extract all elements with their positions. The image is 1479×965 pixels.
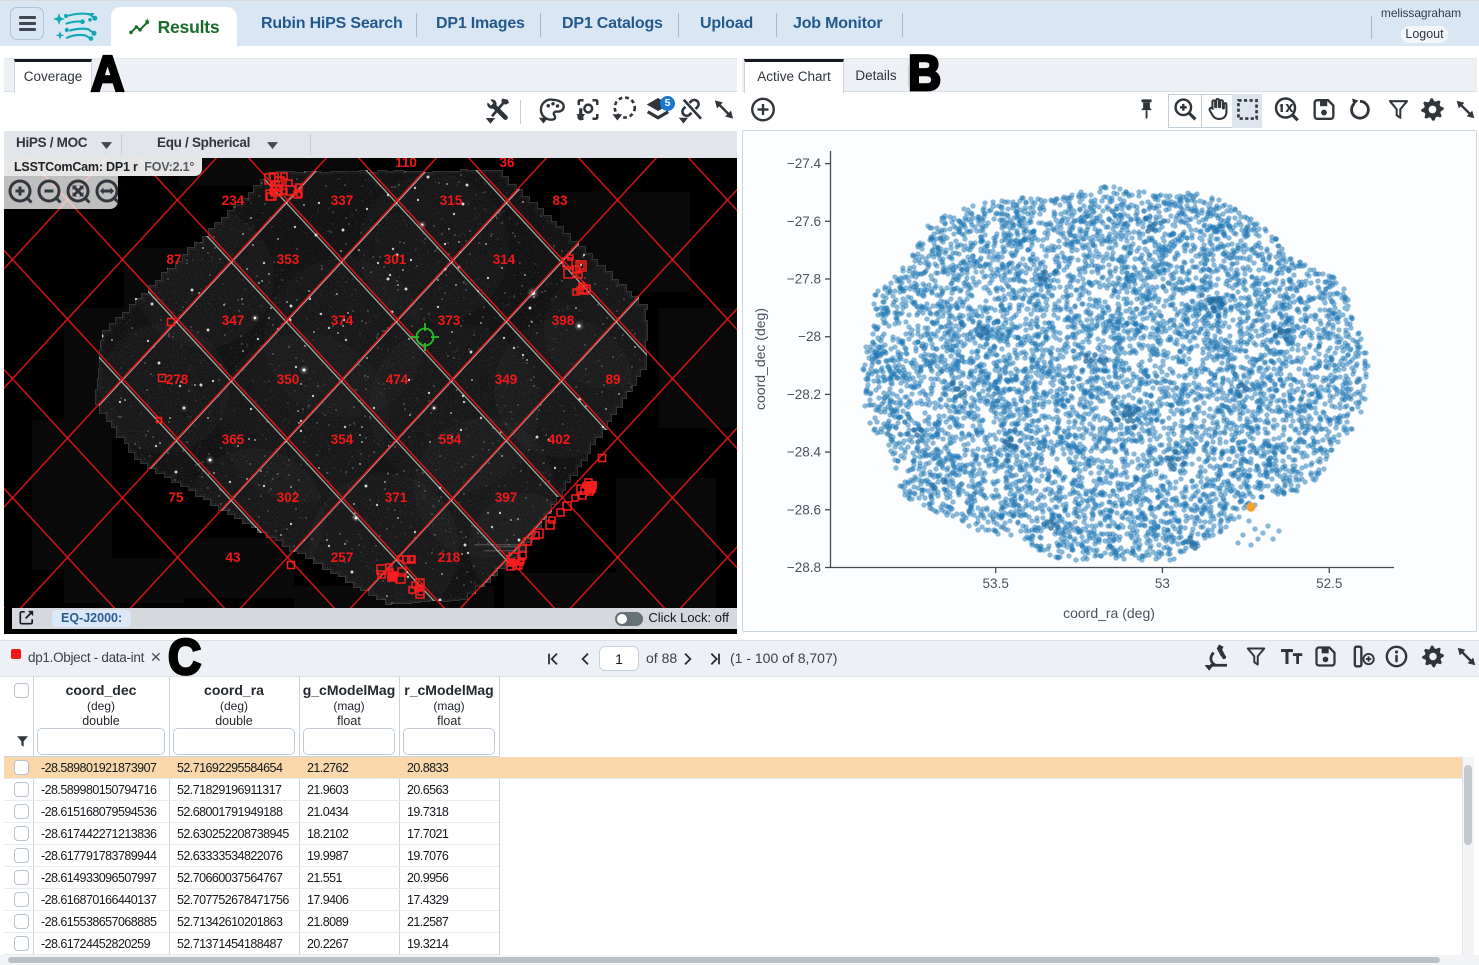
svg-text:−27.8: −27.8 xyxy=(787,272,821,287)
svg-text:36: 36 xyxy=(499,158,515,170)
svg-text:−27.4: −27.4 xyxy=(787,156,822,171)
svg-text:87: 87 xyxy=(166,252,181,267)
svg-text:234: 234 xyxy=(222,193,245,208)
svg-text:−28: −28 xyxy=(798,329,821,344)
svg-text:302: 302 xyxy=(277,490,300,505)
svg-text:365: 365 xyxy=(222,432,245,447)
svg-text:89: 89 xyxy=(605,372,620,387)
svg-text:314: 314 xyxy=(493,252,516,267)
svg-text:53: 53 xyxy=(1155,576,1170,591)
svg-text:353: 353 xyxy=(277,252,300,267)
svg-text:−28.8: −28.8 xyxy=(787,560,821,575)
svg-text:53.5: 53.5 xyxy=(983,576,1009,591)
svg-text:373: 373 xyxy=(438,313,461,328)
svg-text:−28.2: −28.2 xyxy=(787,387,821,402)
svg-text:257: 257 xyxy=(331,550,354,565)
svg-text:554: 554 xyxy=(439,432,462,447)
svg-text:402: 402 xyxy=(548,432,571,447)
svg-text:347: 347 xyxy=(222,313,245,328)
svg-text:43: 43 xyxy=(225,550,241,565)
svg-text:218: 218 xyxy=(438,550,461,565)
svg-text:−28.6: −28.6 xyxy=(787,502,821,517)
svg-text:301: 301 xyxy=(384,252,407,267)
svg-text:397: 397 xyxy=(495,490,518,505)
svg-text:52.5: 52.5 xyxy=(1316,576,1342,591)
svg-text:−27.6: −27.6 xyxy=(787,214,821,229)
svg-text:474: 474 xyxy=(386,372,409,387)
svg-text:337: 337 xyxy=(331,193,354,208)
svg-text:354: 354 xyxy=(331,432,354,447)
svg-text:315: 315 xyxy=(440,193,463,208)
svg-text:coord_ra (deg): coord_ra (deg) xyxy=(1063,605,1155,621)
svg-text:110: 110 xyxy=(395,158,417,170)
svg-text:350: 350 xyxy=(277,372,300,387)
svg-text:278: 278 xyxy=(166,372,189,387)
svg-text:398: 398 xyxy=(552,313,575,328)
svg-text:coord_dec (deg): coord_dec (deg) xyxy=(752,308,768,410)
svg-text:349: 349 xyxy=(495,372,518,387)
svg-text:−28.4: −28.4 xyxy=(787,445,822,460)
svg-text:374: 374 xyxy=(331,313,354,328)
svg-text:83: 83 xyxy=(552,193,568,208)
svg-text:371: 371 xyxy=(385,490,408,505)
svg-text:75: 75 xyxy=(168,490,184,505)
